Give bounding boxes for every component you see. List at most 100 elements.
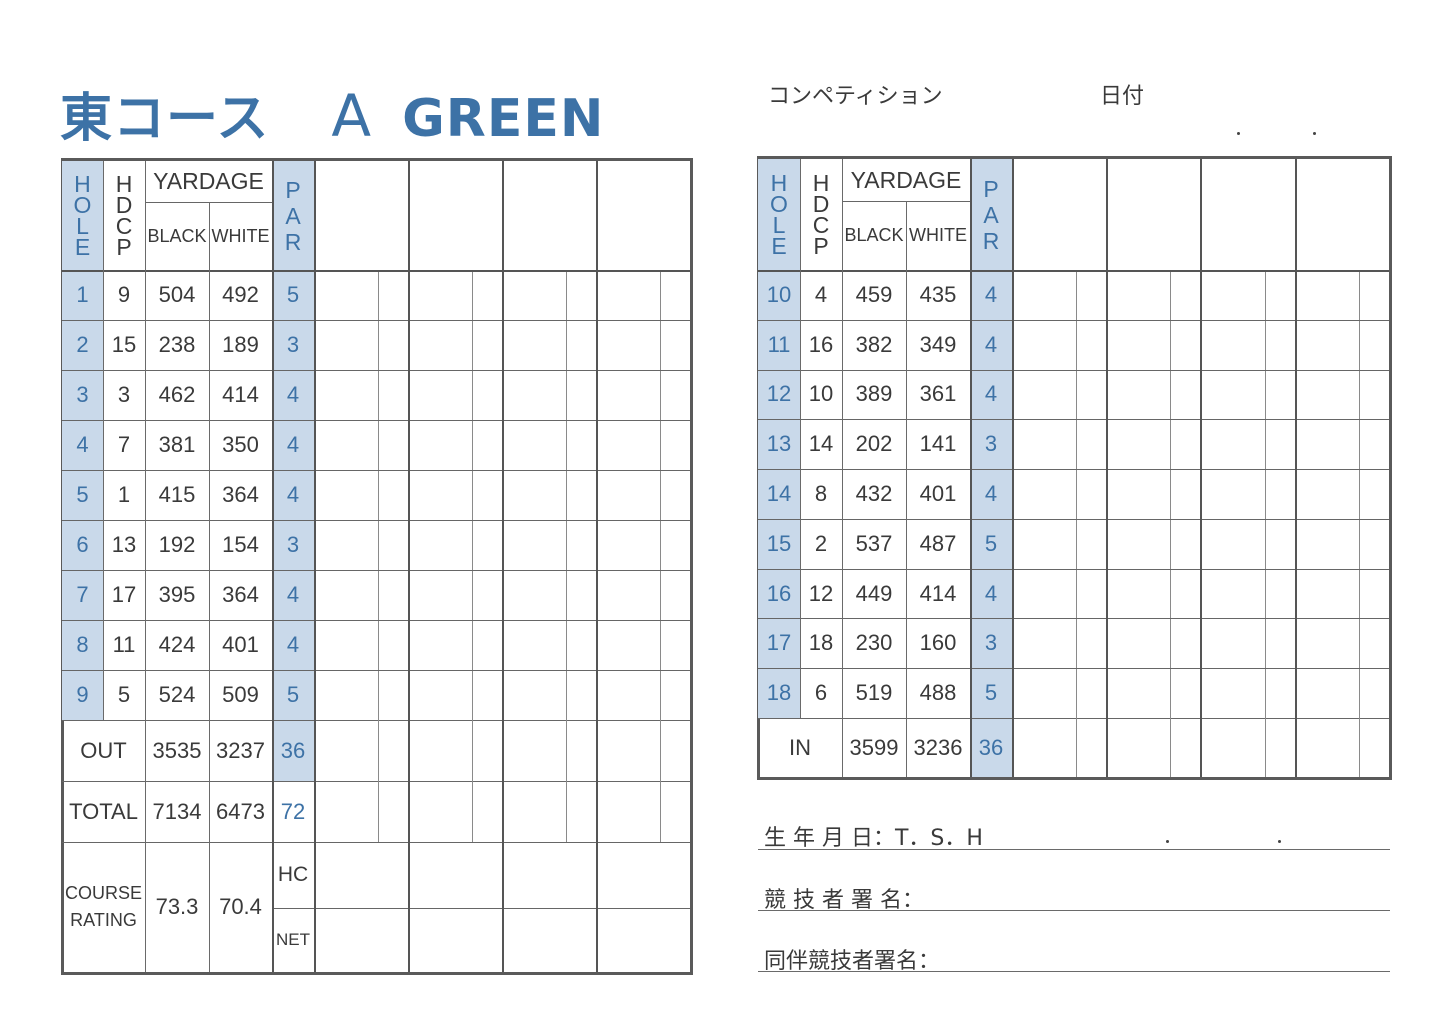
score-cell[interactable]	[1295, 668, 1359, 718]
score-cell[interactable]	[1012, 668, 1076, 718]
putts-cell[interactable]	[378, 520, 408, 570]
putts-cell[interactable]	[1076, 519, 1106, 569]
score-cell[interactable]	[1295, 519, 1359, 569]
putts-cell[interactable]	[472, 570, 502, 620]
total-score-cell[interactable]	[314, 781, 378, 842]
in-score-cell[interactable]	[1200, 718, 1265, 777]
putts-cell[interactable]	[1076, 469, 1106, 519]
putts-cell[interactable]	[1359, 469, 1389, 519]
putts-cell[interactable]	[378, 570, 408, 620]
score-cell[interactable]	[1106, 370, 1170, 420]
score-cell[interactable]	[1012, 270, 1076, 320]
score-cell[interactable]	[1012, 618, 1076, 668]
score-cell[interactable]	[408, 370, 472, 420]
score-cell[interactable]	[502, 570, 566, 620]
score-cell[interactable]	[408, 270, 472, 320]
out-putts-cell[interactable]	[566, 720, 596, 781]
putts-cell[interactable]	[472, 470, 502, 520]
score-cell[interactable]	[1012, 519, 1076, 569]
score-cell[interactable]	[1200, 370, 1265, 420]
handicap-cell[interactable]	[408, 842, 502, 908]
player-name-cell[interactable]	[408, 161, 502, 270]
putts-cell[interactable]	[1076, 419, 1106, 469]
score-cell[interactable]	[596, 470, 660, 520]
putts-cell[interactable]	[378, 320, 408, 370]
putts-cell[interactable]	[472, 670, 502, 720]
score-cell[interactable]	[502, 420, 566, 470]
putts-cell[interactable]	[472, 420, 502, 470]
score-cell[interactable]	[502, 470, 566, 520]
putts-cell[interactable]	[660, 370, 690, 420]
score-cell[interactable]	[1012, 370, 1076, 420]
score-cell[interactable]	[596, 520, 660, 570]
score-cell[interactable]	[314, 670, 378, 720]
putts-cell[interactable]	[660, 420, 690, 470]
putts-cell[interactable]	[1265, 370, 1295, 420]
putts-cell[interactable]	[566, 520, 596, 570]
net-score-cell[interactable]	[314, 908, 408, 972]
score-cell[interactable]	[1106, 270, 1170, 320]
score-cell[interactable]	[1106, 519, 1170, 569]
putts-cell[interactable]	[1359, 668, 1389, 718]
score-cell[interactable]	[408, 620, 472, 670]
player-name-cell[interactable]	[502, 161, 596, 270]
putts-cell[interactable]	[1359, 320, 1389, 370]
in-score-cell[interactable]	[1295, 718, 1359, 777]
score-cell[interactable]	[314, 570, 378, 620]
putts-cell[interactable]	[566, 370, 596, 420]
putts-cell[interactable]	[1170, 618, 1200, 668]
putts-cell[interactable]	[660, 320, 690, 370]
score-cell[interactable]	[314, 420, 378, 470]
score-cell[interactable]	[1200, 419, 1265, 469]
score-cell[interactable]	[314, 620, 378, 670]
score-cell[interactable]	[1012, 569, 1076, 619]
in-putts-cell[interactable]	[1265, 718, 1295, 777]
score-cell[interactable]	[1295, 270, 1359, 320]
putts-cell[interactable]	[1265, 320, 1295, 370]
score-cell[interactable]	[596, 420, 660, 470]
score-cell[interactable]	[1295, 618, 1359, 668]
putts-cell[interactable]	[472, 320, 502, 370]
in-putts-cell[interactable]	[1170, 718, 1200, 777]
in-score-cell[interactable]	[1012, 718, 1076, 777]
score-cell[interactable]	[1106, 419, 1170, 469]
out-score-cell[interactable]	[596, 720, 660, 781]
score-cell[interactable]	[408, 670, 472, 720]
score-cell[interactable]	[502, 620, 566, 670]
score-cell[interactable]	[596, 620, 660, 670]
putts-cell[interactable]	[1170, 668, 1200, 718]
score-cell[interactable]	[1200, 668, 1265, 718]
total-putts-cell[interactable]	[472, 781, 502, 842]
score-cell[interactable]	[1012, 419, 1076, 469]
putts-cell[interactable]	[1170, 370, 1200, 420]
putts-cell[interactable]	[566, 470, 596, 520]
in-putts-cell[interactable]	[1076, 718, 1106, 777]
putts-cell[interactable]	[1359, 270, 1389, 320]
putts-cell[interactable]	[1265, 519, 1295, 569]
total-score-cell[interactable]	[596, 781, 660, 842]
putts-cell[interactable]	[1170, 419, 1200, 469]
putts-cell[interactable]	[660, 270, 690, 320]
putts-cell[interactable]	[1076, 320, 1106, 370]
score-cell[interactable]	[314, 320, 378, 370]
score-cell[interactable]	[1106, 469, 1170, 519]
score-cell[interactable]	[1200, 469, 1265, 519]
in-putts-cell[interactable]	[1359, 718, 1389, 777]
putts-cell[interactable]	[566, 570, 596, 620]
score-cell[interactable]	[408, 420, 472, 470]
score-cell[interactable]	[1106, 569, 1170, 619]
net-score-cell[interactable]	[596, 908, 690, 972]
putts-cell[interactable]	[660, 520, 690, 570]
player-name-cell[interactable]	[1200, 159, 1295, 270]
score-cell[interactable]	[596, 270, 660, 320]
score-cell[interactable]	[1200, 519, 1265, 569]
putts-cell[interactable]	[378, 370, 408, 420]
total-putts-cell[interactable]	[378, 781, 408, 842]
putts-cell[interactable]	[1265, 419, 1295, 469]
putts-cell[interactable]	[472, 370, 502, 420]
putts-cell[interactable]	[1170, 270, 1200, 320]
score-cell[interactable]	[408, 470, 472, 520]
putts-cell[interactable]	[1265, 668, 1295, 718]
out-putts-cell[interactable]	[472, 720, 502, 781]
score-cell[interactable]	[1295, 569, 1359, 619]
